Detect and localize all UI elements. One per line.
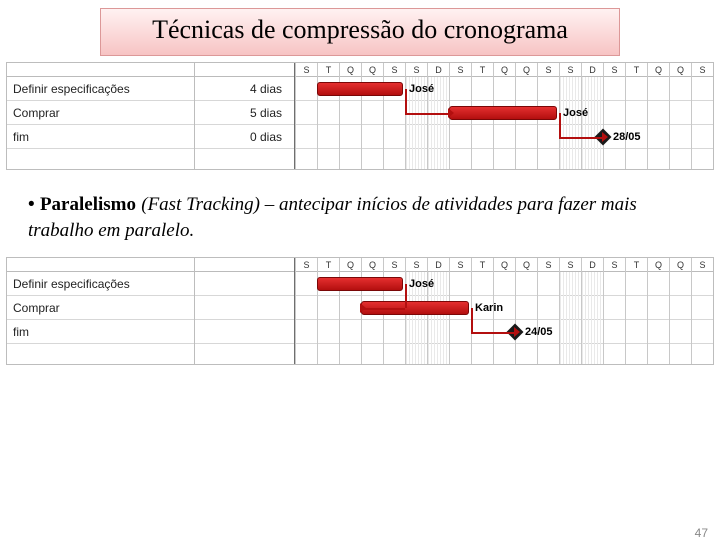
task-duration — [201, 272, 282, 296]
gantt-chart-sequencial: Definir especificações Comprar fim 4 dia… — [6, 62, 714, 170]
day-header: S — [384, 258, 405, 272]
day-header: S — [296, 63, 317, 77]
day-column: S — [295, 258, 317, 364]
day-column: S — [603, 63, 625, 169]
day-column: D — [427, 63, 449, 169]
day-header: S — [406, 63, 427, 77]
day-column: Q — [515, 258, 537, 364]
gantt-bar — [317, 82, 403, 96]
day-column: T — [317, 63, 339, 169]
day-column: D — [581, 258, 603, 364]
day-column: Q — [339, 258, 361, 364]
day-header: T — [318, 258, 339, 272]
gantt-timeline: STQQSSDSTQQSSDSTQQSJoséJosé28/05 — [295, 63, 713, 169]
task-name: fim — [13, 125, 188, 149]
task-duration — [201, 320, 282, 344]
day-header: Q — [670, 258, 691, 272]
day-header: S — [604, 63, 625, 77]
day-header: S — [692, 258, 713, 272]
day-header: Q — [494, 258, 515, 272]
resource-label: Karin — [475, 302, 503, 314]
gantt-bar — [449, 106, 557, 120]
day-header: S — [450, 63, 471, 77]
day-column: S — [603, 258, 625, 364]
day-header: Q — [362, 63, 383, 77]
day-header: S — [604, 258, 625, 272]
day-header: S — [560, 63, 581, 77]
day-column: Q — [361, 63, 383, 169]
day-header: S — [692, 63, 713, 77]
day-header: D — [582, 63, 603, 77]
day-header: Q — [516, 258, 537, 272]
day-header: T — [626, 258, 647, 272]
day-column: T — [625, 63, 647, 169]
day-header: S — [384, 63, 405, 77]
day-header: S — [538, 63, 559, 77]
task-duration: 4 dias — [201, 77, 282, 101]
bullet-paragraph: • Paralelismo (Fast Tracking) – antecipa… — [28, 192, 692, 243]
slide-title: Técnicas de compressão do cronograma — [113, 15, 607, 45]
milestone-label: 24/05 — [525, 326, 553, 338]
day-column: Q — [669, 63, 691, 169]
day-header: T — [472, 63, 493, 77]
page-number: 47 — [695, 526, 708, 540]
duration-column: 4 dias 5 dias 0 dias — [195, 63, 295, 169]
day-column: Q — [647, 63, 669, 169]
day-column: S — [691, 63, 713, 169]
day-column: T — [317, 258, 339, 364]
day-header: D — [582, 258, 603, 272]
milestone-label: 28/05 — [613, 131, 641, 143]
day-column: Q — [669, 258, 691, 364]
task-duration: 5 dias — [201, 101, 282, 125]
gantt-bar — [317, 277, 403, 291]
day-header: T — [472, 258, 493, 272]
day-header: Q — [340, 258, 361, 272]
day-column: S — [537, 258, 559, 364]
day-header: D — [428, 63, 449, 77]
task-name-column: Definir especificações Comprar fim — [7, 63, 195, 169]
day-header: Q — [516, 63, 537, 77]
day-column: S — [295, 63, 317, 169]
task-duration — [201, 296, 282, 320]
day-header: Q — [494, 63, 515, 77]
day-header: S — [450, 258, 471, 272]
bullet-marker: • — [28, 194, 35, 215]
task-name: Comprar — [13, 101, 188, 125]
resource-label: José — [409, 278, 434, 290]
task-name: Definir especificações — [13, 77, 188, 101]
day-header: D — [428, 258, 449, 272]
day-column: S — [383, 63, 405, 169]
day-column: Q — [339, 63, 361, 169]
day-header: Q — [362, 258, 383, 272]
task-duration: 0 dias — [201, 125, 282, 149]
task-name: Comprar — [13, 296, 188, 320]
day-header: Q — [670, 63, 691, 77]
day-header: Q — [648, 258, 669, 272]
bullet-bold: Paralelismo — [40, 194, 136, 215]
day-column: Q — [647, 258, 669, 364]
day-header: S — [296, 258, 317, 272]
duration-column — [195, 258, 295, 364]
day-header: S — [560, 258, 581, 272]
day-header: S — [406, 258, 427, 272]
slide-title-box: Técnicas de compressão do cronograma — [100, 8, 620, 56]
day-header: T — [318, 63, 339, 77]
day-header: S — [538, 258, 559, 272]
gantt-chart-paralelo: Definir especificações Comprar fim STQQS… — [6, 257, 714, 365]
gantt-timeline: STQQSSDSTQQSSDSTQQSJoséKarin24/05 — [295, 258, 713, 364]
task-name-column: Definir especificações Comprar fim — [7, 258, 195, 364]
resource-label: José — [563, 107, 588, 119]
day-header: Q — [340, 63, 361, 77]
day-header: T — [626, 63, 647, 77]
task-name: Definir especificações — [13, 272, 188, 296]
day-column: S — [691, 258, 713, 364]
day-header: Q — [648, 63, 669, 77]
resource-label: José — [409, 83, 434, 95]
day-column: T — [625, 258, 647, 364]
task-name: fim — [13, 320, 188, 344]
day-column: S — [405, 63, 427, 169]
day-column: S — [559, 258, 581, 364]
